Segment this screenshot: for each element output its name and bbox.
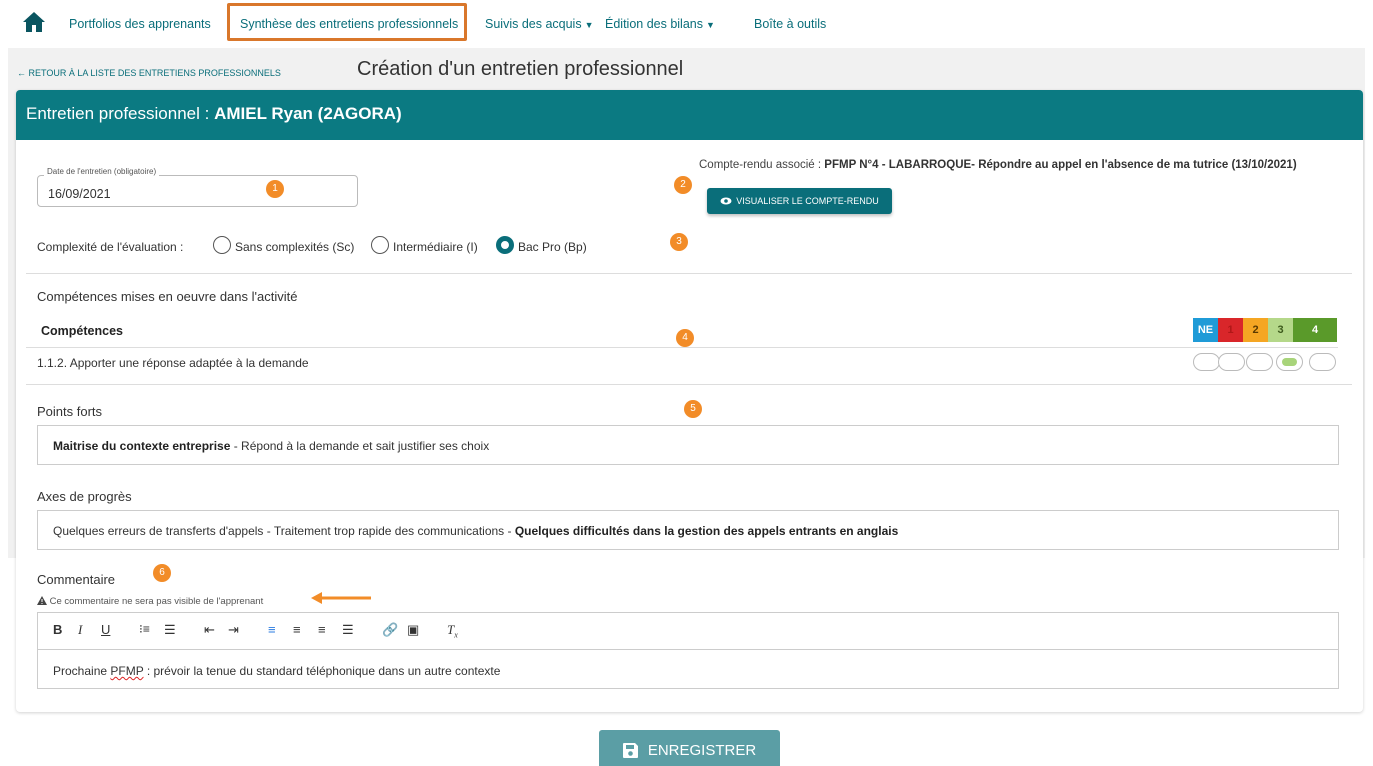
indent-icon[interactable]: ⇥ [228, 622, 239, 638]
points-forts-bold: Maitrise du contexte entreprise [53, 439, 231, 453]
home-icon[interactable] [22, 11, 46, 33]
chevron-down-icon: ▼ [705, 20, 715, 30]
save-button-label: ENREGISTRER [647, 741, 757, 759]
step-badge: 3 [670, 233, 688, 251]
level-selector-2[interactable] [1246, 353, 1273, 371]
level-selector-1[interactable] [1218, 353, 1245, 371]
selected-level-dot [1282, 358, 1297, 366]
nav-suivis-acquis-label: Suivis des acquis [485, 17, 582, 31]
step-badge: 2 [674, 176, 692, 194]
competences-section-title: Compétences mises en oeuvre dans l'activ… [37, 289, 298, 304]
chevron-down-icon: ▼ [584, 20, 594, 30]
points-forts-box: Maitrise du contexte entreprise - Répond… [37, 425, 1339, 465]
points-forts-title: Points forts [37, 404, 103, 419]
axes-progres-text: Quelques erreurs de transferts d'appels … [53, 524, 515, 538]
card-title-prefix: Entretien professionnel : [26, 104, 215, 123]
nav-edition-bilans[interactable]: Édition des bilans ▼ [605, 17, 715, 31]
step-badge: 4 [676, 329, 694, 347]
link-icon[interactable]: 🔗 [382, 622, 398, 638]
level-4: 4 [1293, 318, 1337, 342]
view-report-button[interactable]: VISUALISER LE COMPTE-RENDU [707, 188, 892, 214]
level-selector-3[interactable] [1276, 353, 1303, 371]
step-badge: 5 [684, 400, 702, 418]
bullet-list-icon[interactable]: ☰ [164, 622, 176, 638]
floppy-icon [622, 742, 638, 758]
level-selector-ne[interactable] [1193, 353, 1220, 371]
eye-icon [720, 197, 732, 205]
radio-sans-complexites[interactable] [213, 236, 231, 254]
axes-progres-box: Quelques erreurs de transferts d'appels … [37, 510, 1339, 550]
date-field-label: Date de l'entretien (obligatoire) [44, 167, 160, 176]
comment-text-rest: : prévoir la tenue du standard téléphoni… [143, 664, 501, 678]
warning-icon [37, 596, 47, 605]
compte-rendu-value: PFMP N°4 - LABARROQUE- Répondre au appel… [824, 159, 1297, 171]
axes-progres-bold: Quelques difficultés dans la gestion des… [514, 524, 899, 538]
nav-suivis-acquis[interactable]: Suivis des acquis ▼ [485, 17, 594, 31]
view-report-label: VISUALISER LE COMPTE-RENDU [736, 196, 879, 206]
card-title: Entretien professionnel : AMIEL Ryan (2A… [26, 104, 402, 124]
misspelled-word: PFMP [110, 664, 144, 678]
compte-rendu-info: Compte-rendu associé : PFMP N°4 - LABARR… [699, 159, 1297, 171]
level-ne: NE [1193, 318, 1218, 342]
step-badge: 1 [266, 180, 284, 198]
student-name: AMIEL Ryan (2AGORA) [214, 104, 402, 123]
radio-bac-pro[interactable] [496, 236, 514, 254]
comment-editor[interactable]: Prochaine PFMP : prévoir la tenue du sta… [37, 649, 1339, 689]
image-icon[interactable]: ▣ [407, 622, 419, 638]
level-3: 3 [1268, 318, 1293, 342]
outdent-icon[interactable]: ⇤ [204, 622, 215, 638]
radio-intermediaire[interactable] [371, 236, 389, 254]
underline-icon[interactable]: U [101, 622, 110, 637]
date-value[interactable]: 16/09/2021 [48, 187, 111, 201]
complexity-label: Complexité de l'évaluation : [37, 240, 184, 254]
compte-rendu-label: Compte-rendu associé : [699, 159, 825, 171]
align-justify-icon[interactable]: ☰ [342, 622, 354, 638]
divider [26, 273, 1352, 274]
competences-column-header: Compétences [41, 324, 123, 338]
radio-bac-pro-label[interactable]: Bac Pro (Bp) [518, 240, 587, 254]
align-right-icon[interactable]: ≡ [318, 622, 326, 637]
private-comment-notice-text: Ce commentaire ne sera pas visible de l'… [49, 596, 264, 607]
divider [26, 347, 1338, 348]
nav-synthese-entretiens[interactable]: Synthèse des entretiens professionnels [240, 17, 458, 31]
divider [26, 384, 1352, 385]
private-comment-notice: Ce commentaire ne sera pas visible de l'… [37, 596, 263, 607]
arrow-left-icon [311, 592, 371, 604]
italic-icon[interactable]: I [78, 622, 82, 638]
align-left-icon[interactable]: ≡ [268, 622, 276, 637]
level-2: 2 [1243, 318, 1268, 342]
comment-text-prefix: Prochaine [53, 664, 111, 678]
nav-portfolios[interactable]: Portfolios des apprenants [69, 17, 211, 31]
nav-edition-bilans-label: Édition des bilans [605, 17, 703, 31]
level-1: 1 [1218, 318, 1243, 342]
radio-intermediaire-label[interactable]: Intermédiaire (I) [393, 240, 478, 254]
save-button[interactable]: ENREGISTRER [599, 730, 780, 766]
ordered-list-icon[interactable]: ⁝≡ [139, 622, 150, 636]
radio-sans-complexites-label[interactable]: Sans complexités (Sc) [235, 240, 354, 254]
competence-row-label: 1.1.2. Apporter une réponse adaptée à la… [37, 356, 309, 370]
page-title: Création d'un entretien professionnel [357, 58, 684, 80]
step-badge: 6 [153, 564, 171, 582]
clear-format-icon[interactable]: Tx [447, 622, 458, 640]
align-center-icon[interactable]: ≡ [293, 622, 301, 637]
commentaire-title: Commentaire [37, 572, 116, 587]
axes-progres-title: Axes de progrès [37, 489, 132, 504]
bold-icon[interactable]: B [53, 622, 62, 637]
points-forts-text: - Répond à la demande et sait justifier … [230, 439, 490, 453]
level-selector-4[interactable] [1309, 353, 1336, 371]
nav-boite-outils[interactable]: Boîte à outils [754, 17, 826, 31]
back-to-list-link[interactable]: ← RETOUR À LA LISTE DES ENTRETIENS PROFE… [17, 68, 281, 78]
